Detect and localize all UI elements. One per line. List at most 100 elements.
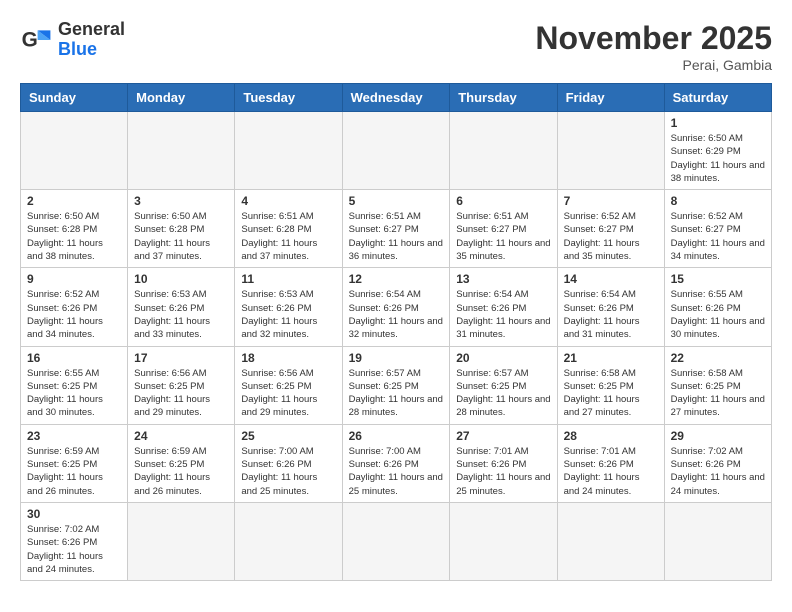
day-number: 4 (241, 194, 335, 208)
calendar-cell-w5-d4: 26Sunrise: 7:00 AMSunset: 6:26 PMDayligh… (342, 424, 450, 502)
day-number: 14 (564, 272, 658, 286)
calendar-cell-w6-d2 (128, 502, 235, 580)
day-info: Sunrise: 6:54 AMSunset: 6:26 PMDaylight:… (564, 288, 658, 341)
day-info: Sunrise: 6:58 AMSunset: 6:25 PMDaylight:… (671, 367, 765, 420)
day-info: Sunrise: 7:02 AMSunset: 6:26 PMDaylight:… (671, 445, 765, 498)
day-number: 13 (456, 272, 550, 286)
calendar-cell-w1-d3 (235, 112, 342, 190)
calendar-cell-w5-d3: 25Sunrise: 7:00 AMSunset: 6:26 PMDayligh… (235, 424, 342, 502)
calendar-cell-w2-d7: 8 Sunrise: 6:52 AMSunset: 6:27 PMDaylight… (664, 190, 771, 268)
header-tuesday: Tuesday (235, 84, 342, 112)
calendar-week-6: 30 Sunrise: 7:02 AMSunset: 6:26 PMDayligh… (21, 502, 772, 580)
day-info: Sunrise: 6:52 AMSunset: 6:27 PMDaylight:… (564, 210, 658, 263)
day-info: Sunrise: 6:57 AMSunset: 6:25 PMDaylight:… (349, 367, 444, 420)
day-info: Sunrise: 7:01 AMSunset: 6:26 PMDaylight:… (456, 445, 550, 498)
header-saturday: Saturday (664, 84, 771, 112)
day-info: Sunrise: 6:56 AMSunset: 6:25 PMDaylight:… (134, 367, 228, 420)
month-title: November 2025 (535, 20, 772, 57)
calendar-cell-w1-d4 (342, 112, 450, 190)
day-number: 24 (134, 429, 228, 443)
day-info: Sunrise: 7:02 AMSunset: 6:26 PMDaylight:… (27, 523, 121, 576)
day-number: 18 (241, 351, 335, 365)
day-info: Sunrise: 6:51 AMSunset: 6:27 PMDaylight:… (349, 210, 444, 263)
day-info: Sunrise: 6:53 AMSunset: 6:26 PMDaylight:… (134, 288, 228, 341)
day-number: 7 (564, 194, 658, 208)
header-sunday: Sunday (21, 84, 128, 112)
calendar-cell-w6-d6 (557, 502, 664, 580)
calendar-cell-w6-d5 (450, 502, 557, 580)
calendar-header-row: Sunday Monday Tuesday Wednesday Thursday… (21, 84, 772, 112)
day-number: 2 (27, 194, 121, 208)
calendar-cell-w5-d2: 24 Sunrise: 6:59 AMSunset: 6:25 PMDayligh… (128, 424, 235, 502)
calendar-cell-w5-d7: 29 Sunrise: 7:02 AMSunset: 6:26 PMDayligh… (664, 424, 771, 502)
calendar-week-2: 2 Sunrise: 6:50 AMSunset: 6:28 PMDaylight… (21, 190, 772, 268)
day-number: 25 (241, 429, 335, 443)
logo-text: GeneralBlue (58, 20, 125, 60)
day-number: 19 (349, 351, 444, 365)
day-number: 30 (27, 507, 121, 521)
calendar-cell-w5-d6: 28Sunrise: 7:01 AMSunset: 6:26 PMDayligh… (557, 424, 664, 502)
day-info: Sunrise: 6:59 AMSunset: 6:25 PMDaylight:… (134, 445, 228, 498)
calendar-cell-w2-d5: 6 Sunrise: 6:51 AMSunset: 6:27 PMDaylight… (450, 190, 557, 268)
calendar-cell-w2-d3: 4 Sunrise: 6:51 AMSunset: 6:28 PMDaylight… (235, 190, 342, 268)
calendar-week-3: 9Sunrise: 6:52 AMSunset: 6:26 PMDaylight… (21, 268, 772, 346)
day-info: Sunrise: 6:50 AMSunset: 6:28 PMDaylight:… (27, 210, 121, 263)
day-info: Sunrise: 6:54 AMSunset: 6:26 PMDaylight:… (349, 288, 444, 341)
calendar-cell-w6-d7 (664, 502, 771, 580)
day-number: 17 (134, 351, 228, 365)
calendar-cell-w4-d4: 19 Sunrise: 6:57 AMSunset: 6:25 PMDayligh… (342, 346, 450, 424)
day-number: 8 (671, 194, 765, 208)
calendar-cell-w5-d5: 27 Sunrise: 7:01 AMSunset: 6:26 PMDayligh… (450, 424, 557, 502)
header-wednesday: Wednesday (342, 84, 450, 112)
calendar-cell-w1-d1 (21, 112, 128, 190)
calendar-cell-w6-d1: 30 Sunrise: 7:02 AMSunset: 6:26 PMDayligh… (21, 502, 128, 580)
calendar-cell-w3-d5: 13Sunrise: 6:54 AMSunset: 6:26 PMDayligh… (450, 268, 557, 346)
calendar-cell-w4-d1: 16Sunrise: 6:55 AMSunset: 6:25 PMDayligh… (21, 346, 128, 424)
calendar-cell-w4-d6: 21 Sunrise: 6:58 AMSunset: 6:25 PMDayligh… (557, 346, 664, 424)
calendar-cell-w4-d7: 22Sunrise: 6:58 AMSunset: 6:25 PMDayligh… (664, 346, 771, 424)
calendar-week-5: 23 Sunrise: 6:59 AMSunset: 6:25 PMDayligh… (21, 424, 772, 502)
day-info: Sunrise: 6:55 AMSunset: 6:26 PMDaylight:… (671, 288, 765, 341)
day-number: 3 (134, 194, 228, 208)
day-info: Sunrise: 6:52 AMSunset: 6:27 PMDaylight:… (671, 210, 765, 263)
calendar-cell-w3-d2: 10 Sunrise: 6:53 AMSunset: 6:26 PMDayligh… (128, 268, 235, 346)
day-number: 21 (564, 351, 658, 365)
day-number: 12 (349, 272, 444, 286)
day-info: Sunrise: 6:59 AMSunset: 6:25 PMDaylight:… (27, 445, 121, 498)
header-thursday: Thursday (450, 84, 557, 112)
day-number: 5 (349, 194, 444, 208)
day-number: 29 (671, 429, 765, 443)
day-number: 6 (456, 194, 550, 208)
day-info: Sunrise: 6:50 AMSunset: 6:28 PMDaylight:… (134, 210, 228, 263)
day-number: 15 (671, 272, 765, 286)
day-number: 1 (671, 116, 765, 130)
day-number: 27 (456, 429, 550, 443)
day-number: 11 (241, 272, 335, 286)
day-number: 9 (27, 272, 121, 286)
day-info: Sunrise: 6:58 AMSunset: 6:25 PMDaylight:… (564, 367, 658, 420)
day-info: Sunrise: 6:56 AMSunset: 6:25 PMDaylight:… (241, 367, 335, 420)
day-info: Sunrise: 6:51 AMSunset: 6:27 PMDaylight:… (456, 210, 550, 263)
calendar: Sunday Monday Tuesday Wednesday Thursday… (20, 83, 772, 581)
logo-icon: G (20, 24, 52, 56)
page-header: G GeneralBlue November 2025 Perai, Gambi… (20, 20, 772, 73)
day-info: Sunrise: 6:51 AMSunset: 6:28 PMDaylight:… (241, 210, 335, 263)
day-number: 23 (27, 429, 121, 443)
logo: G GeneralBlue (20, 20, 125, 60)
day-info: Sunrise: 6:55 AMSunset: 6:25 PMDaylight:… (27, 367, 121, 420)
day-number: 26 (349, 429, 444, 443)
day-info: Sunrise: 6:50 AMSunset: 6:29 PMDaylight:… (671, 132, 765, 185)
calendar-cell-w3-d6: 14 Sunrise: 6:54 AMSunset: 6:26 PMDayligh… (557, 268, 664, 346)
calendar-cell-w3-d4: 12 Sunrise: 6:54 AMSunset: 6:26 PMDayligh… (342, 268, 450, 346)
day-number: 10 (134, 272, 228, 286)
calendar-cell-w3-d1: 9Sunrise: 6:52 AMSunset: 6:26 PMDaylight… (21, 268, 128, 346)
calendar-cell-w1-d7: 1 Sunrise: 6:50 AMSunset: 6:29 PMDaylight… (664, 112, 771, 190)
calendar-cell-w3-d3: 11Sunrise: 6:53 AMSunset: 6:26 PMDayligh… (235, 268, 342, 346)
day-number: 28 (564, 429, 658, 443)
calendar-week-4: 16Sunrise: 6:55 AMSunset: 6:25 PMDayligh… (21, 346, 772, 424)
day-number: 20 (456, 351, 550, 365)
calendar-cell-w2-d2: 3 Sunrise: 6:50 AMSunset: 6:28 PMDaylight… (128, 190, 235, 268)
calendar-cell-w6-d3 (235, 502, 342, 580)
calendar-week-1: 1 Sunrise: 6:50 AMSunset: 6:29 PMDaylight… (21, 112, 772, 190)
calendar-cell-w4-d3: 18 Sunrise: 6:56 AMSunset: 6:25 PMDayligh… (235, 346, 342, 424)
